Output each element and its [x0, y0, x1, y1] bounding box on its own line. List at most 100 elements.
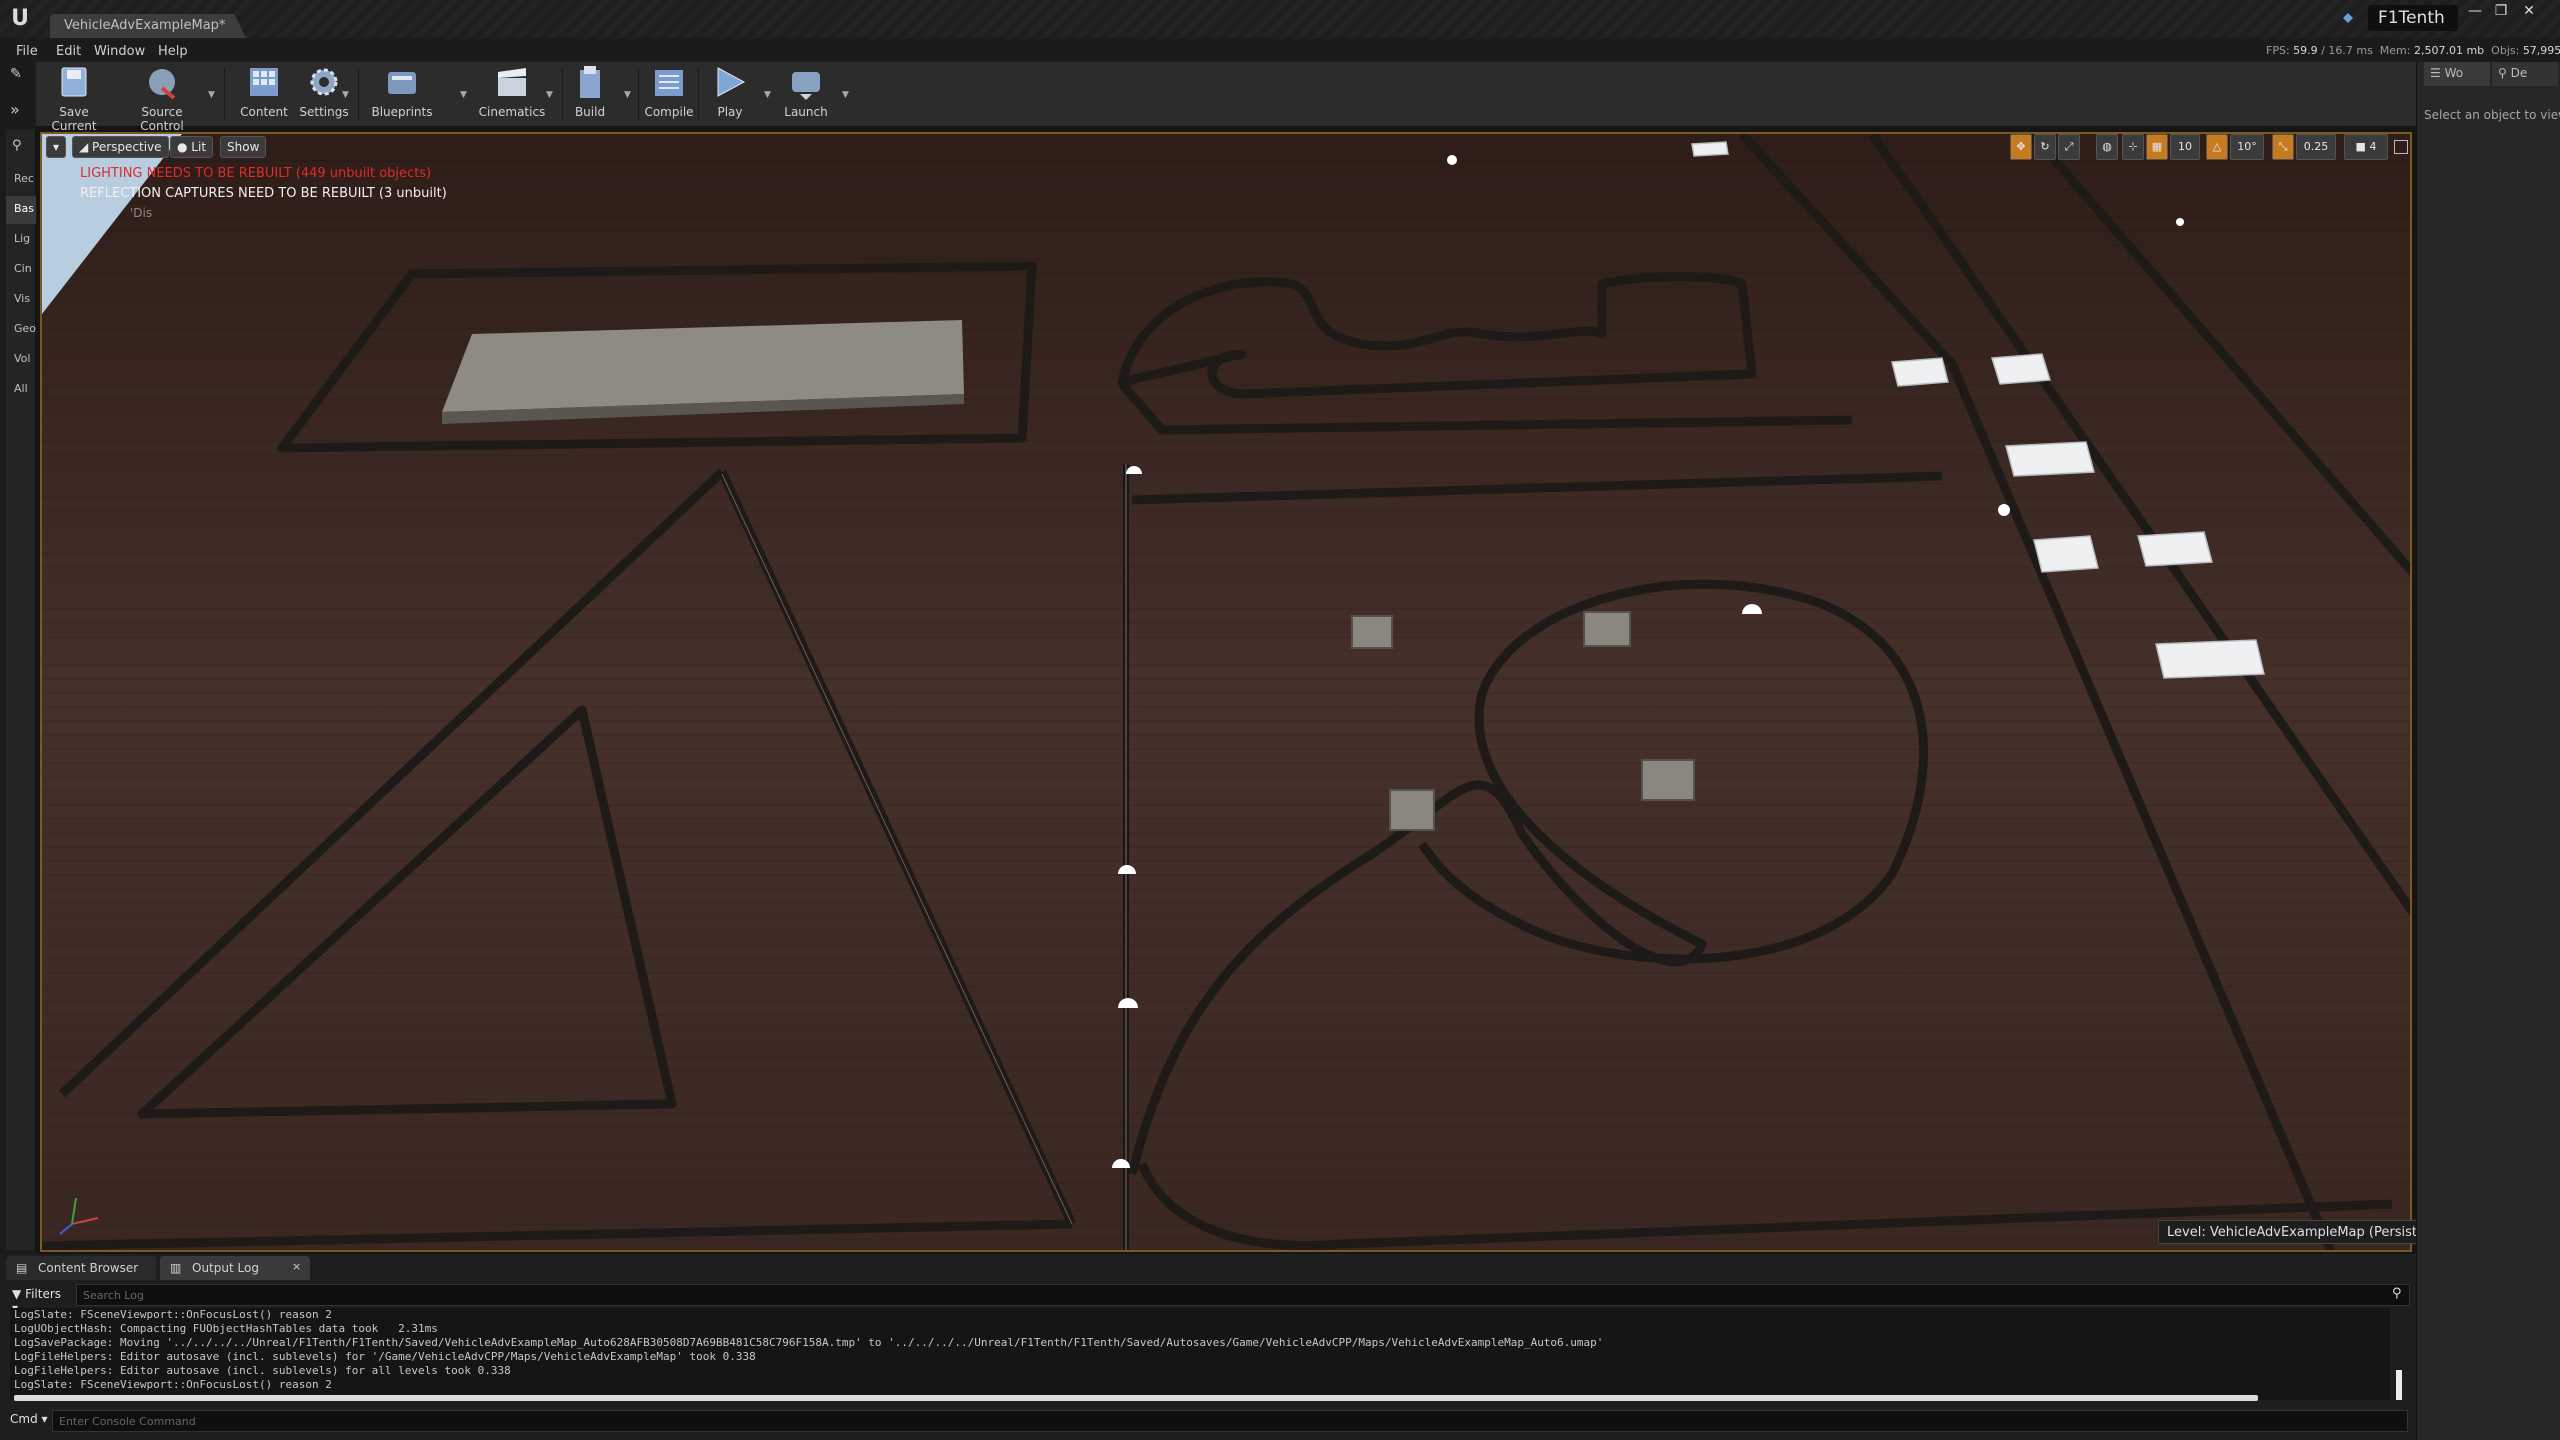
blueprints-dropdown-icon[interactable]: ▼ — [460, 90, 467, 100]
console-command-placeholder: Enter Console Command — [59, 1415, 196, 1428]
document-tab[interactable]: VehicleAdvExampleMap* — [50, 14, 246, 38]
rotate-icon[interactable]: ↻ — [2034, 134, 2056, 160]
source-control-button[interactable]: Source Control — [122, 64, 202, 133]
source-control-icon — [142, 64, 182, 102]
menu-edit[interactable]: Edit — [56, 44, 81, 59]
project-name-badge: F1Tenth — [2368, 5, 2458, 31]
mode-tab-volumes[interactable]: Vol — [6, 346, 36, 374]
menu-window[interactable]: Window — [94, 44, 145, 59]
blueprints-label: Blueprints — [371, 105, 433, 119]
chevron-down-icon: ▾ — [53, 140, 60, 154]
perspective-button[interactable]: ◢ Perspective — [72, 136, 169, 158]
mode-tab-visual[interactable]: Vis — [6, 286, 36, 314]
camera-speed-button[interactable]: ■ 4 — [2344, 134, 2388, 160]
menu-file[interactable]: File — [16, 44, 38, 59]
toolbar-separator — [638, 68, 639, 120]
place-mode-search-icon[interactable]: ⚲ — [12, 138, 30, 156]
source-control-dropdown-icon[interactable]: ▼ — [208, 90, 215, 100]
save-icon — [54, 64, 94, 102]
toolbar-separator — [358, 68, 359, 120]
close-tab-icon[interactable]: × — [292, 1260, 301, 1273]
toolbar-separator — [562, 68, 563, 120]
faded-message: 'Dis — [130, 206, 153, 220]
level-viewport[interactable] — [40, 132, 2412, 1252]
play-button[interactable]: Play — [702, 64, 758, 122]
cinematics-dropdown-icon[interactable]: ▼ — [546, 90, 553, 100]
cmd-dropdown[interactable]: Cmd ▾ — [10, 1412, 48, 1426]
tab-output-log-label: Output Log — [192, 1261, 259, 1275]
filters-label: Filters — [25, 1287, 62, 1301]
mode-tab-lights[interactable]: Lig — [6, 226, 36, 254]
world-outliner-tab[interactable]: ☰ Wo — [2424, 62, 2490, 86]
save-current-button[interactable]: Save Current — [42, 64, 106, 133]
compile-label: Compile — [644, 105, 694, 119]
scale-icon[interactable]: ⤢ — [2058, 134, 2080, 160]
maximize-viewport-icon[interactable] — [2394, 140, 2408, 154]
source-control-label: Source Control — [140, 105, 184, 133]
viewport-options-button[interactable]: ▾ — [46, 136, 67, 158]
scene-render — [42, 134, 2410, 1250]
cinematics-label: Cinematics — [478, 105, 546, 119]
search-icon[interactable]: ⚲ — [2392, 1286, 2406, 1301]
scale-snap-icon[interactable]: ⤡ — [2272, 134, 2294, 160]
maximize-button[interactable]: ❐ — [2488, 2, 2514, 20]
unreal-logo-icon: U — [11, 6, 29, 31]
rotation-snap-value[interactable]: 10° — [2230, 134, 2264, 160]
mode-tab-cinematic[interactable]: Cin — [6, 256, 36, 284]
lit-button[interactable]: ● Lit — [170, 136, 214, 158]
compile-button[interactable]: Compile — [642, 64, 696, 122]
level-prefix: Level: — [2167, 1225, 2206, 1240]
minimize-button[interactable]: — — [2462, 2, 2488, 20]
chevron-down-icon: ▾ — [41, 1412, 48, 1426]
content-icon — [244, 64, 284, 102]
show-button[interactable]: Show — [220, 136, 267, 158]
play-label: Play — [717, 105, 743, 119]
build-dropdown-icon[interactable]: ▼ — [624, 90, 631, 100]
source-control-status-icon[interactable] — [2340, 10, 2356, 26]
log-line: LogSavePackage: Moving '../../../../Unre… — [14, 1336, 1604, 1349]
settings-dropdown-icon[interactable]: ▼ — [342, 90, 349, 100]
tab-output-log[interactable]: ▥ Output Log × — [160, 1256, 310, 1280]
world-local-icon[interactable]: ◍ — [2096, 134, 2118, 160]
launch-dropdown-icon[interactable]: ▼ — [842, 90, 849, 100]
log-vertical-scrollbar[interactable] — [2396, 1370, 2402, 1400]
objs-value: 57,995 — [2522, 44, 2560, 57]
grid-snap-icon[interactable]: ▦ — [2146, 134, 2168, 160]
lit-label: Lit — [191, 140, 207, 154]
details-icon: ⚲ — [2498, 66, 2511, 80]
menu-help[interactable]: Help — [158, 44, 188, 59]
details-tab[interactable]: ⚲ De — [2492, 62, 2558, 86]
mode-tab-geometry[interactable]: Geo — [6, 316, 36, 344]
modes-icon[interactable]: ✎ — [10, 66, 28, 84]
expand-toolbar-icon[interactable]: » — [10, 100, 28, 119]
close-button[interactable]: ✕ — [2516, 2, 2542, 20]
translate-icon[interactable]: ✥ — [2010, 134, 2032, 160]
log-horizontal-scrollbar[interactable] — [14, 1395, 2258, 1401]
show-label: Show — [227, 140, 260, 154]
content-button[interactable]: Content — [232, 64, 296, 122]
save-current-label: Save Current — [51, 105, 97, 133]
settings-icon — [304, 64, 344, 102]
launch-button[interactable]: Launch — [774, 64, 838, 122]
output-log[interactable]: LogSlate: FSceneViewport::OnFocusLost() … — [10, 1308, 2390, 1400]
scale-snap-value[interactable]: 0.25 — [2296, 134, 2336, 160]
mode-tab-basic[interactable]: Bas — [6, 196, 36, 224]
blueprints-button[interactable]: Blueprints — [362, 64, 442, 122]
grid-snap-value[interactable]: 10 — [2170, 134, 2200, 160]
log-line: LogUObjectHash: Compacting FUObjectHashT… — [14, 1322, 438, 1335]
mode-tab-recent[interactable]: Rec — [6, 166, 36, 194]
rotation-snap-icon[interactable]: △ — [2206, 134, 2228, 160]
log-line: LogSlate: FSceneViewport::OnFocusLost() … — [14, 1378, 332, 1391]
document-tab-label: VehicleAdvExampleMap* — [64, 18, 226, 33]
build-button[interactable]: Build — [566, 64, 614, 122]
build-label: Build — [574, 105, 606, 119]
surface-snap-icon[interactable]: ⊹ — [2122, 134, 2144, 160]
mode-tab-all[interactable]: All — [6, 376, 36, 404]
play-dropdown-icon[interactable]: ▼ — [764, 90, 771, 100]
tab-content-browser[interactable]: ▤ Content Browser — [6, 1256, 156, 1280]
search-log-input[interactable]: Search Log — [76, 1284, 2410, 1306]
filters-button[interactable]: ▼ Filters ▾ — [6, 1284, 76, 1315]
cinematics-button[interactable]: Cinematics — [472, 64, 552, 122]
performance-stats: FPS: 59.9 / 16.7 ms Mem: 2,507.01 mb Obj… — [2266, 44, 2560, 57]
console-command-input[interactable]: Enter Console Command — [52, 1410, 2408, 1432]
